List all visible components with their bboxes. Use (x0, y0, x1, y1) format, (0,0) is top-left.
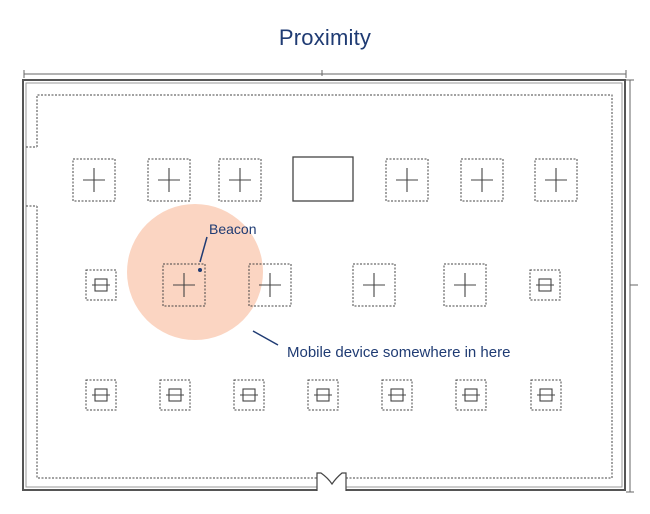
dimension-lines (23, 70, 638, 493)
fixture-small (455, 379, 487, 411)
inner-perimeter (26, 94, 613, 479)
fixture-solid-box (292, 156, 354, 202)
fixture-cross (72, 158, 116, 202)
mobile-annotation: Mobile device somewhere in here (252, 330, 510, 361)
beacon-dot (198, 268, 202, 272)
fixture-small (529, 269, 561, 301)
fixture-small (233, 379, 265, 411)
fixture-small (85, 269, 117, 301)
fixture-cross (460, 158, 504, 202)
fixture-cross (534, 158, 578, 202)
beacon-label: Beacon (209, 221, 256, 237)
floor-plan: Beacon Mobile device somewhere in here (22, 70, 638, 493)
fixture-small (307, 379, 339, 411)
fixture-small (159, 379, 191, 411)
fixture-cross (352, 263, 396, 307)
fixture-cross (443, 263, 487, 307)
fixture-cross (218, 158, 262, 202)
mobile-device-label: Mobile device somewhere in here (287, 344, 510, 361)
fixture-cross (385, 158, 429, 202)
fixture-small (530, 379, 562, 411)
fixture-cross (147, 158, 191, 202)
outer-walls (22, 79, 626, 491)
fixture-small (381, 379, 413, 411)
double-door (316, 472, 347, 492)
fixture-small (85, 379, 117, 411)
